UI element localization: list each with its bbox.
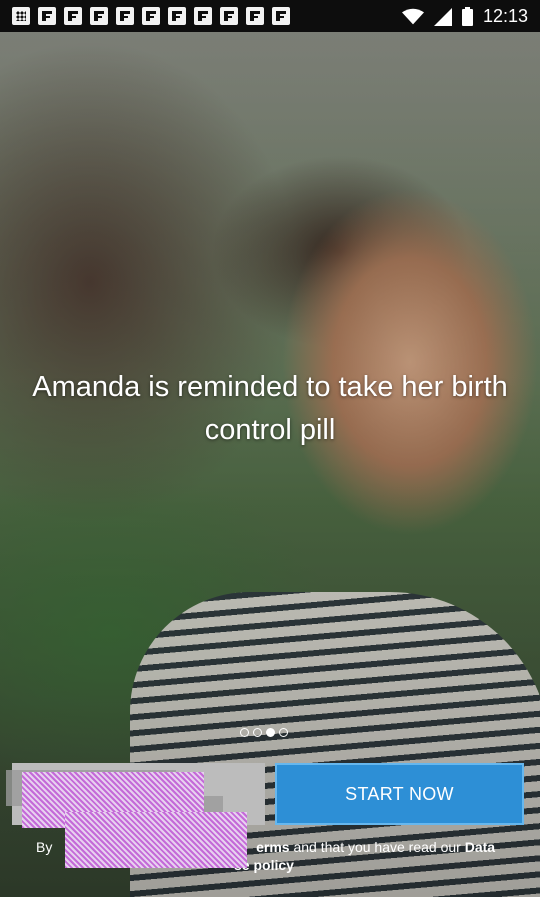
clock: 12:13 (482, 6, 528, 26)
page-dot[interactable] (253, 728, 262, 737)
flipboard-icon (38, 7, 56, 25)
page-dot-active[interactable] (266, 728, 275, 737)
flipboard-icon (246, 7, 264, 25)
flipboard-icon (220, 7, 238, 25)
terms-link[interactable]: erms (256, 839, 289, 855)
status-bar: 12:13 (0, 0, 540, 32)
flipboard-icon (64, 7, 82, 25)
start-now-button[interactable]: START NOW (275, 763, 524, 825)
battery-icon (461, 7, 473, 26)
flipboard-icon (194, 7, 212, 25)
page-dot[interactable] (279, 728, 288, 737)
signal-icon (433, 7, 452, 26)
keyboard-icon (12, 7, 30, 25)
flipboard-icon (116, 7, 134, 25)
legal-prefix: By (36, 839, 53, 855)
onboarding-headline: Amanda is reminded to take her birth con… (32, 371, 508, 446)
legal-middle: and that you have read our (289, 839, 465, 855)
data-policy-link[interactable]: Data (465, 839, 495, 855)
flipboard-icon (142, 7, 160, 25)
flipboard-icon (168, 7, 186, 25)
page-indicator (240, 728, 288, 737)
flipboard-icon (272, 7, 290, 25)
notification-area (12, 7, 290, 25)
page-dot[interactable] (240, 728, 249, 737)
redacted-area (65, 812, 247, 868)
system-icons: 12:13 (401, 6, 528, 27)
wifi-icon (401, 8, 424, 24)
flipboard-icon (90, 7, 108, 25)
